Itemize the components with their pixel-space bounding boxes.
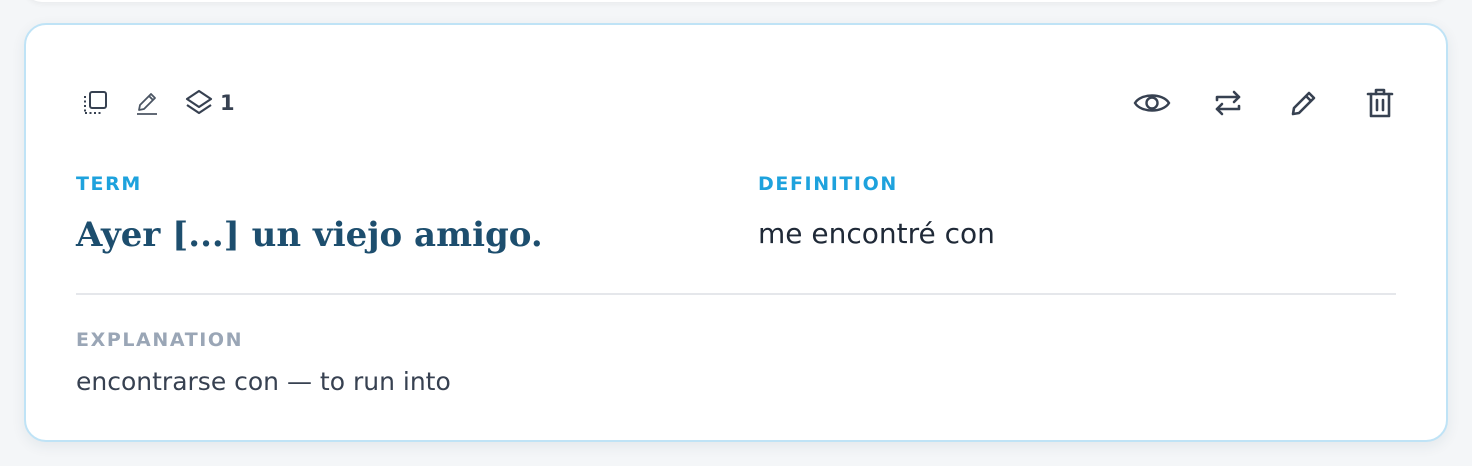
card-actions [1132,83,1400,123]
explanation-text: encontrarse con — to run into [76,367,451,396]
delete-button[interactable] [1360,83,1400,123]
layer-count-value: 1 [220,91,235,115]
flip-button[interactable] [1208,83,1248,123]
card-meta-tools: 1 [80,88,235,118]
card-toolbar: 1 [80,85,1400,121]
layer-count: 1 [184,88,235,118]
definition-label: DEFINITION [758,173,898,195]
term-label: TERM [76,173,142,195]
edit-note-icon[interactable] [132,88,162,118]
explanation-label: EXPLANATION [76,329,244,351]
pencil-icon [1288,87,1320,119]
previous-card [24,0,1448,2]
trash-icon [1365,87,1395,119]
divider [76,293,1396,295]
definition-text: me encontré con [758,217,995,250]
layers-icon [184,88,214,118]
term-text: Ayer [...] un viejo amigo. [76,215,543,255]
repeat-icon [1212,87,1244,119]
select-card-icon[interactable] [80,88,110,118]
preview-button[interactable] [1132,83,1172,123]
eye-icon [1133,88,1171,118]
edit-button[interactable] [1284,83,1324,123]
flashcard: 1 TERM Ayer [...] un viejo amigo. DEFINI… [24,23,1448,442]
